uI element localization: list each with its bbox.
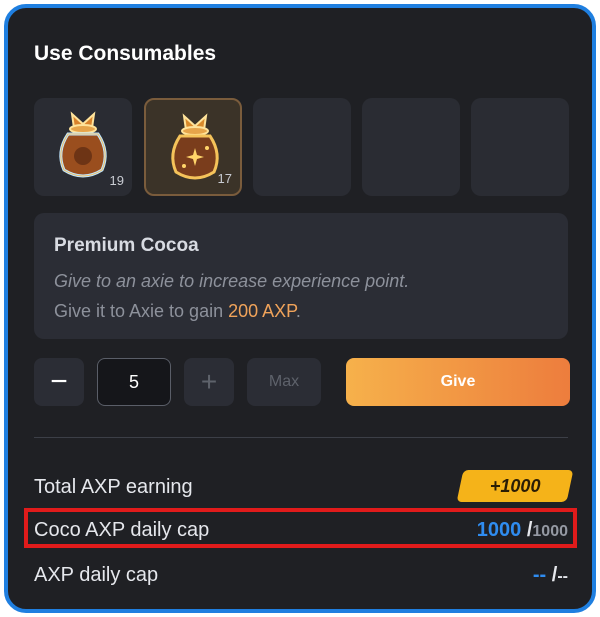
axp-cap-value: -- /-- (532, 564, 568, 586)
max-button[interactable]: Max (247, 358, 321, 406)
item-name: Premium Cocoa (54, 235, 199, 256)
gain-amount: 200 AXP (228, 301, 296, 321)
coco-cap-label: Coco AXP daily cap (34, 519, 210, 541)
consumable-slot-empty[interactable] (253, 98, 351, 196)
consumable-slot-empty[interactable] (471, 98, 569, 196)
consumable-slot-cocoa[interactable]: 19 (34, 98, 132, 196)
consumable-slot-empty[interactable] (362, 98, 460, 196)
decrease-button[interactable]: − (34, 358, 84, 406)
item-info-card: Premium Cocoa Give to an axie to increas… (34, 213, 568, 339)
slot-count: 17 (217, 171, 232, 186)
cocoa-bag-icon (59, 111, 107, 178)
panel-title: Use Consumables (34, 42, 217, 65)
slot-count: 19 (109, 173, 124, 188)
increase-button[interactable]: + (184, 358, 234, 406)
quantity-input[interactable]: 5 (97, 358, 171, 406)
axp-cap-label: AXP daily cap (34, 564, 159, 586)
total-axp-badge: +1000 (456, 470, 574, 502)
item-description: Give to an axie to increase experience p… (54, 271, 410, 291)
divider (34, 437, 568, 438)
total-axp-label: Total AXP earning (34, 476, 193, 498)
coco-cap-value: 1000 /1000 (476, 519, 568, 541)
give-button[interactable]: Give (346, 358, 570, 406)
consumable-slot-premium-cocoa[interactable]: 17 (144, 98, 242, 196)
consumables-panel: Use Consumables 19 17 Premium Cocoa Give… (4, 4, 596, 613)
item-gain-text: Give it to Axie to gain 200 AXP. (54, 301, 301, 321)
